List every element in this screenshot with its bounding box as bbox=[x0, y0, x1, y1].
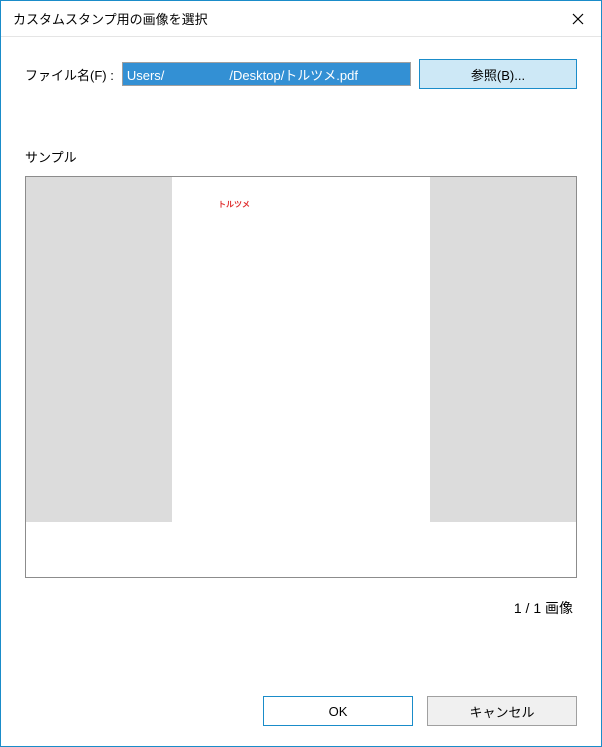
preview-page: トルツメ bbox=[172, 177, 430, 522]
window-title: カスタムスタンプ用の画像を選択 bbox=[13, 9, 555, 28]
sample-label: サンプル bbox=[25, 147, 577, 166]
cancel-button[interactable]: キャンセル bbox=[427, 696, 577, 726]
file-row: ファイル名(F) : 参照(B)... bbox=[25, 59, 577, 89]
preview-bottom-strip bbox=[26, 522, 576, 577]
file-label: ファイル名(F) : bbox=[25, 65, 114, 84]
ok-button[interactable]: OK bbox=[263, 696, 413, 726]
browse-button[interactable]: 参照(B)... bbox=[419, 59, 577, 89]
sample-preview-box: トルツメ bbox=[25, 176, 577, 578]
preview-area: トルツメ bbox=[26, 177, 576, 522]
close-button[interactable] bbox=[555, 1, 601, 37]
close-icon bbox=[572, 13, 584, 25]
dialog-button-row: OK キャンセル bbox=[1, 696, 601, 746]
titlebar: カスタムスタンプ用の画像を選択 bbox=[1, 1, 601, 37]
page-count-label: 1 / 1 画像 bbox=[25, 578, 577, 618]
dialog-content: ファイル名(F) : 参照(B)... サンプル トルツメ 1 / 1 画像 bbox=[1, 37, 601, 696]
file-path-input[interactable] bbox=[122, 62, 411, 86]
dialog-window: カスタムスタンプ用の画像を選択 ファイル名(F) : 参照(B)... サンプル… bbox=[0, 0, 602, 747]
preview-stamp-text: トルツメ bbox=[218, 199, 250, 210]
